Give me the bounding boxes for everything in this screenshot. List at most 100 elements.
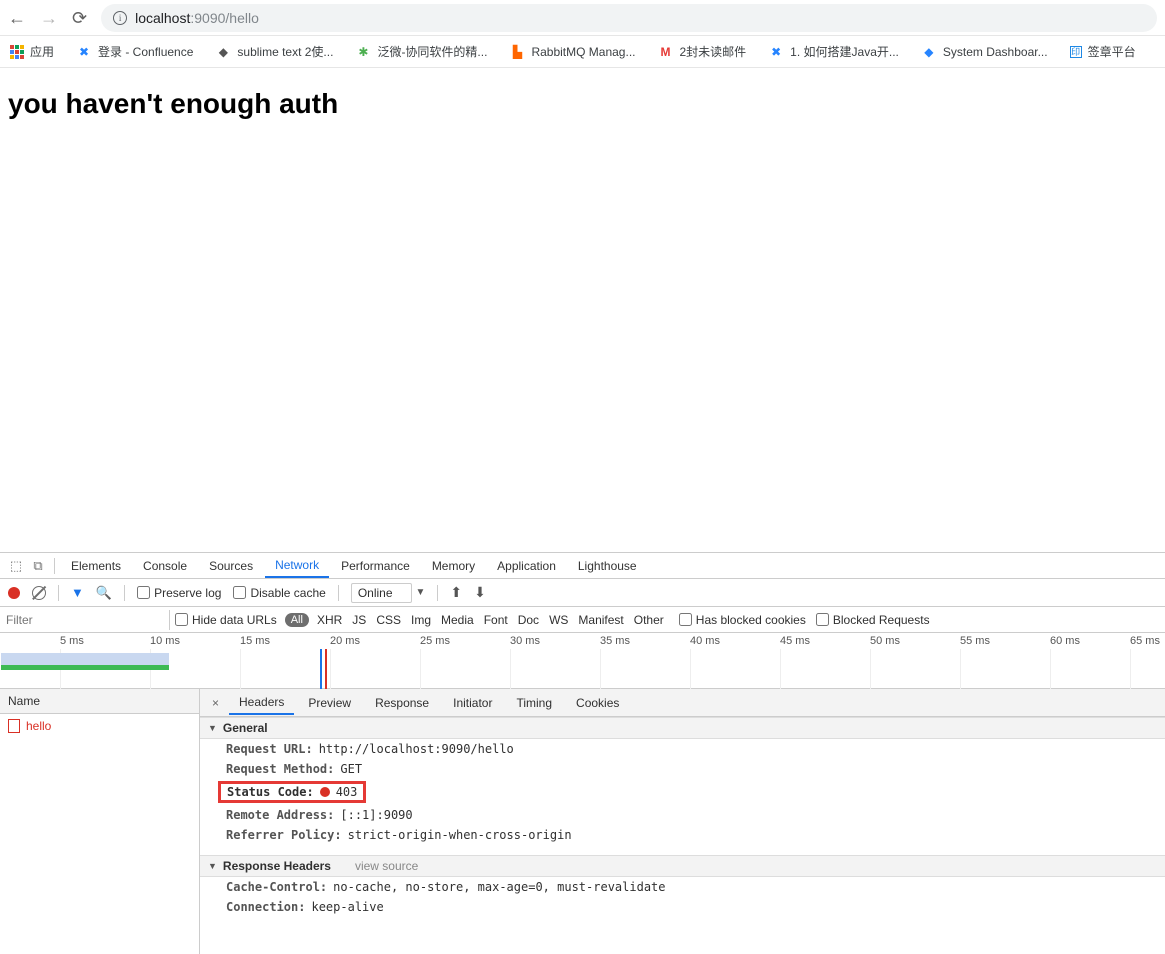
confluence-icon: ✖ — [768, 44, 784, 60]
filter-media[interactable]: Media — [441, 613, 474, 627]
back-button[interactable]: ← — [8, 9, 26, 27]
url-text: localhost:9090/hello — [135, 10, 259, 26]
section-general[interactable]: ▼General — [200, 717, 1165, 739]
page-content: you haven't enough auth — [0, 68, 1165, 552]
filter-other[interactable]: Other — [634, 613, 664, 627]
tick: 30 ms — [510, 635, 540, 647]
load-line — [325, 649, 327, 689]
filter-ws[interactable]: WS — [549, 613, 568, 627]
kv-cache-control: Cache-Control:no-cache, no-store, max-ag… — [200, 877, 1165, 897]
bookmark-seal[interactable]: 印签章平台 — [1070, 43, 1136, 60]
inspect-icon[interactable]: ⬚ — [6, 558, 26, 574]
tick: 40 ms — [690, 635, 720, 647]
forward-button[interactable]: → — [40, 9, 58, 27]
tab-lighthouse[interactable]: Lighthouse — [568, 555, 647, 577]
filter-input[interactable] — [0, 610, 170, 630]
kv-remote-address: Remote Address:[::1]:9090 — [200, 805, 1165, 825]
jira-icon: ◆ — [921, 44, 937, 60]
filter-js[interactable]: JS — [352, 613, 366, 627]
status-dot-icon — [320, 787, 330, 797]
view-source-link[interactable]: view source — [355, 859, 418, 873]
timeline-bar — [1, 665, 169, 670]
filter-font[interactable]: Font — [484, 613, 508, 627]
apps-label: 应用 — [30, 43, 54, 60]
tab-application[interactable]: Application — [487, 555, 566, 577]
page-heading: you haven't enough auth — [8, 88, 1157, 120]
detail-tab-headers[interactable]: Headers — [229, 691, 294, 715]
filter-xhr[interactable]: XHR — [317, 613, 342, 627]
bookmark-mail[interactable]: M2封未读邮件 — [657, 43, 746, 60]
close-detail-button[interactable]: × — [206, 696, 225, 710]
record-button[interactable] — [8, 587, 20, 599]
mail-icon: M — [657, 44, 673, 60]
bookmark-java[interactable]: ✖1. 如何搭建Java开... — [768, 43, 899, 60]
triangle-down-icon: ▼ — [208, 723, 217, 733]
detail-tab-cookies[interactable]: Cookies — [566, 692, 629, 714]
search-icon[interactable]: 🔍 — [96, 585, 112, 601]
bookmark-sublime[interactable]: ◆sublime text 2使... — [215, 43, 333, 60]
devtools-tabs: ⬚ ⧉ Elements Console Sources Network Per… — [0, 553, 1165, 579]
import-har-icon[interactable]: ⬆ — [450, 584, 462, 601]
bookmark-weaver[interactable]: ✱泛微-协同软件的精... — [355, 43, 487, 60]
kv-request-method: Request Method:GET — [200, 759, 1165, 779]
section-response-headers[interactable]: ▼Response Headersview source — [200, 855, 1165, 877]
tick: 35 ms — [600, 635, 630, 647]
tab-network[interactable]: Network — [265, 554, 329, 578]
detail-tab-response[interactable]: Response — [365, 692, 439, 714]
throttling-select[interactable]: Online — [351, 583, 412, 603]
confluence-icon: ✖ — [76, 44, 92, 60]
site-info-icon[interactable]: i — [113, 11, 127, 25]
document-icon — [8, 719, 20, 733]
disable-cache-checkbox[interactable]: Disable cache — [233, 586, 325, 600]
rabbitmq-icon: ▙ — [509, 44, 525, 60]
device-toggle-icon[interactable]: ⧉ — [28, 558, 48, 574]
tab-sources[interactable]: Sources — [199, 555, 263, 577]
sublime-icon: ◆ — [215, 44, 231, 60]
filter-manifest[interactable]: Manifest — [578, 613, 623, 627]
filter-css[interactable]: CSS — [376, 613, 401, 627]
preserve-log-checkbox[interactable]: Preserve log — [137, 586, 221, 600]
blocked-requests-checkbox[interactable]: Blocked Requests — [816, 613, 930, 627]
tick: 60 ms — [1050, 635, 1080, 647]
bookmark-dashboard[interactable]: ◆System Dashboar... — [921, 44, 1048, 60]
apps-shortcut[interactable]: 应用 — [10, 43, 54, 60]
filter-toggle-icon[interactable]: ▼ — [71, 585, 84, 600]
bookmark-confluence[interactable]: ✖登录 - Confluence — [76, 43, 193, 60]
blocked-cookies-checkbox[interactable]: Has blocked cookies — [679, 613, 806, 627]
tick: 65 ms — [1130, 635, 1160, 647]
request-detail: × Headers Preview Response Initiator Tim… — [200, 689, 1165, 954]
clear-button[interactable] — [32, 586, 46, 600]
tick: 5 ms — [60, 635, 84, 647]
network-toolbar: ▼ 🔍 Preserve log Disable cache Online▼ ⬆… — [0, 579, 1165, 607]
tab-performance[interactable]: Performance — [331, 555, 420, 577]
devtools-panel: ⬚ ⧉ Elements Console Sources Network Per… — [0, 552, 1165, 954]
tab-console[interactable]: Console — [133, 555, 197, 577]
network-timeline[interactable]: 5 ms 10 ms 15 ms 20 ms 25 ms 30 ms 35 ms… — [0, 633, 1165, 689]
detail-body[interactable]: ▼General Request URL:http://localhost:90… — [200, 717, 1165, 954]
tab-memory[interactable]: Memory — [422, 555, 485, 577]
triangle-down-icon: ▼ — [208, 861, 217, 871]
reload-button[interactable]: ⟳ — [72, 9, 87, 27]
export-har-icon[interactable]: ⬇ — [474, 584, 486, 601]
request-row[interactable]: hello — [0, 714, 199, 738]
apps-icon — [10, 45, 24, 59]
detail-tabs: × Headers Preview Response Initiator Tim… — [200, 689, 1165, 717]
filter-doc[interactable]: Doc — [518, 613, 539, 627]
bookmarks-bar: 应用 ✖登录 - Confluence ◆sublime text 2使... … — [0, 36, 1165, 68]
request-list-header[interactable]: Name — [0, 689, 199, 714]
filter-all[interactable]: All — [285, 613, 309, 627]
detail-tab-timing[interactable]: Timing — [506, 692, 562, 714]
timeline-bar — [1, 653, 169, 665]
detail-tab-preview[interactable]: Preview — [298, 692, 361, 714]
weaver-icon: ✱ — [355, 44, 371, 60]
seal-icon: 印 — [1070, 46, 1082, 58]
bookmark-rabbitmq[interactable]: ▙RabbitMQ Manag... — [509, 44, 635, 60]
network-body: Name hello × Headers Preview Response In… — [0, 689, 1165, 954]
filter-img[interactable]: Img — [411, 613, 431, 627]
address-bar[interactable]: i localhost:9090/hello — [101, 4, 1157, 32]
tick: 50 ms — [870, 635, 900, 647]
tab-elements[interactable]: Elements — [61, 555, 131, 577]
tick: 15 ms — [240, 635, 270, 647]
detail-tab-initiator[interactable]: Initiator — [443, 692, 502, 714]
hide-data-urls-checkbox[interactable]: Hide data URLs — [175, 613, 277, 627]
